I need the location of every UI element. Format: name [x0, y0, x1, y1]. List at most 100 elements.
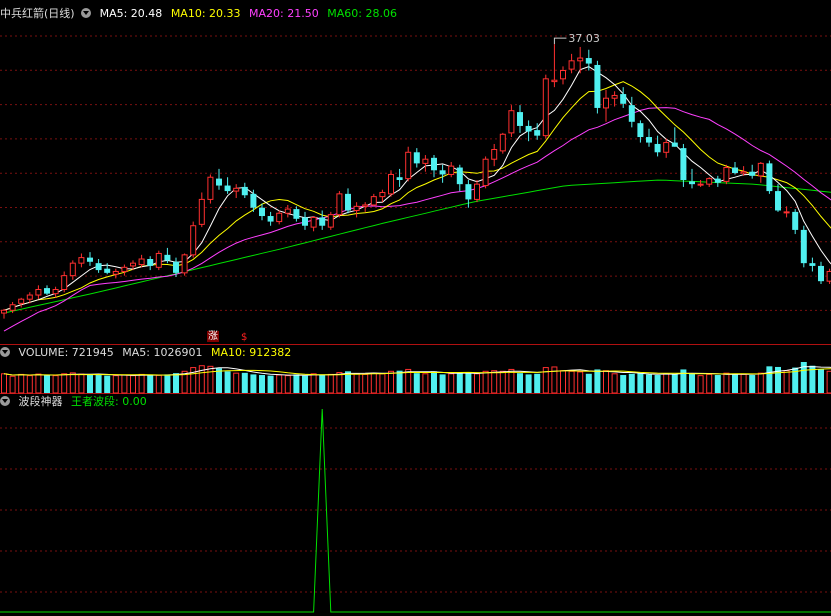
candle-body	[207, 176, 214, 200]
candle-body	[112, 270, 119, 275]
candle-body	[749, 171, 756, 176]
candle-body	[723, 167, 730, 182]
candle-body	[327, 214, 334, 228]
volume-bar	[224, 371, 231, 393]
volume-bar	[594, 369, 601, 393]
volume-bar	[353, 373, 360, 394]
ma20-label: MA20: 21.50	[249, 7, 319, 20]
volume-bar	[241, 372, 248, 393]
volume-bar	[448, 373, 455, 394]
volume-bar	[61, 373, 68, 394]
volume-bar	[112, 375, 119, 394]
candle-body	[783, 211, 790, 214]
volume-bar	[818, 369, 824, 393]
volume-bar	[482, 370, 489, 394]
volume-bar	[327, 373, 334, 394]
candle-body	[388, 173, 394, 195]
candle-body	[173, 261, 179, 273]
volume-bar	[603, 370, 609, 394]
candle-body	[714, 178, 721, 183]
volume-bar	[379, 373, 386, 394]
volume-bar	[18, 373, 25, 394]
candle-body	[198, 198, 205, 225]
candle-body	[465, 184, 472, 200]
candle-body	[164, 254, 171, 261]
volume-bar	[723, 372, 730, 394]
candle-body	[259, 207, 265, 217]
volume-bar	[388, 370, 394, 394]
candle-body	[224, 185, 231, 192]
candle-body	[250, 193, 257, 208]
volume-bar	[413, 373, 420, 393]
volume-bar	[1, 373, 7, 394]
kline-chart: 37.03	[0, 32, 831, 613]
wave-panel-collapse-icon[interactable]	[0, 396, 10, 406]
candle-body	[818, 265, 824, 282]
candle-body	[379, 191, 386, 198]
volume-bar	[319, 375, 326, 393]
candle-body	[181, 254, 188, 274]
dollar-mark: $	[241, 332, 248, 343]
candle-body	[680, 148, 687, 180]
volume-bar	[104, 375, 111, 393]
candle-body	[216, 178, 222, 186]
volume-bar	[697, 375, 704, 394]
volume-bar	[267, 375, 274, 393]
volume-bar	[689, 373, 695, 393]
volume-bar	[560, 370, 566, 394]
volume-label: VOLUME: 721945	[18, 346, 114, 359]
volume-bar	[620, 375, 627, 393]
volume-bar	[714, 375, 721, 393]
volume-bar	[293, 374, 300, 393]
candle-body	[646, 137, 652, 143]
candle-body	[594, 64, 601, 108]
volume-bar	[646, 374, 652, 393]
volume-bar	[637, 373, 644, 393]
volume-panel-header: VOLUME: 721945 MA5: 1026901 MA10: 912382	[0, 346, 296, 360]
candle-body	[413, 152, 420, 164]
candle-body	[155, 252, 162, 268]
volume-bar	[370, 372, 377, 394]
volume-bar	[465, 372, 472, 393]
candle-body	[87, 257, 93, 262]
volume-bar	[499, 370, 506, 394]
candle-body	[637, 123, 644, 138]
candle-body	[241, 186, 248, 196]
candle-body	[508, 110, 515, 134]
candle-body	[104, 268, 111, 273]
candle-body	[809, 263, 816, 266]
volume-bar	[35, 373, 42, 394]
candle-body	[551, 79, 558, 83]
candle-body	[302, 217, 308, 226]
volume-bar	[456, 373, 463, 393]
candle-body	[422, 158, 429, 164]
candle-body	[370, 196, 377, 206]
peak-price-label: 37.03	[568, 32, 600, 45]
volume-bar	[233, 372, 240, 394]
candle-body	[405, 151, 412, 180]
volume-bar	[130, 375, 136, 394]
candle-body	[697, 183, 704, 186]
candle-body	[689, 181, 695, 185]
volume-bar	[517, 373, 523, 393]
volume-bar	[525, 374, 532, 393]
volume-bar	[9, 375, 16, 394]
candle-body	[362, 204, 369, 207]
volume-panel-collapse-icon[interactable]	[0, 347, 10, 357]
candle-body	[396, 177, 403, 180]
candle-body	[35, 288, 42, 296]
volume-bar	[577, 371, 584, 394]
price-panel-collapse-icon[interactable]	[81, 8, 92, 18]
volume-bar	[474, 373, 480, 394]
candle-body	[766, 163, 773, 192]
price-panel-header: 中兵红箭(日线) MA5: 20.48 MA10: 20.33 MA20: 21…	[0, 7, 402, 21]
volume-bar	[362, 373, 369, 394]
volume-bar	[52, 375, 59, 394]
candle-body	[18, 298, 25, 304]
volume-bar	[585, 373, 592, 393]
candle-body	[474, 183, 480, 200]
volume-bar	[284, 375, 291, 394]
candle-body	[44, 288, 50, 294]
candle-body	[319, 217, 326, 226]
candle-body	[439, 170, 446, 175]
